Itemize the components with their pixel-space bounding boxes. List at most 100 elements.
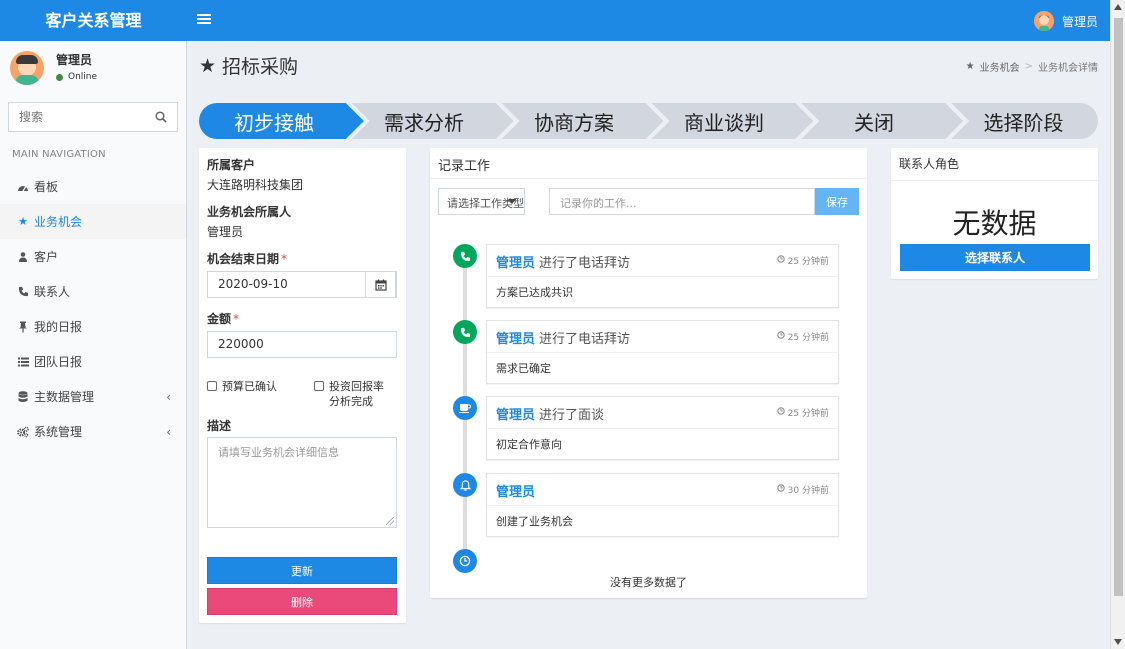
user-status: Online [56,72,97,82]
stage-negotiation[interactable]: 商业谈判 [649,103,799,139]
timeline-item: 管理员 进行了电话拜访 25 分钟前 方案已达成共识 [486,244,839,308]
user-status-label: Online [68,72,98,82]
sidebar-item-dashboard[interactable]: 看板 [0,169,186,204]
amount-field[interactable]: 220000 [207,331,397,358]
opportunity-details-panel: 所属客户 大连路明科技集团 业务机会所属人 管理员 机会结束日期 * 2020-0… [199,148,406,623]
work-type-select[interactable]: 请选择工作类型 [438,188,525,215]
sidebar-item-customers[interactable]: 客户 [0,239,186,274]
amount-label: 金额 * [207,310,239,327]
pin-icon [17,321,29,333]
divider [430,178,867,179]
worklog-panel: 记录工作 请选择工作类型 记录你的工作... 保存 管理员 进行了电话拜访 25 … [430,148,867,598]
timeline-user-link[interactable]: 管理员 [496,408,535,423]
chevron-left-icon: ‹ [166,424,171,439]
divider [487,428,838,429]
sidebar-item-contacts[interactable]: 联系人 [0,274,186,309]
roi-label-line1: 投资回报率 [329,380,384,393]
stage-initial-contact[interactable]: 初步接触 [199,103,349,139]
user-menu[interactable]: 管理员 [1033,11,1098,31]
owner-label: 业务机会所属人 [207,205,292,219]
sidebar-item-master-data[interactable]: 主数据管理 ‹ [0,379,186,414]
search-icon[interactable] [155,111,167,126]
sidebar-item-label: 我的日报 [34,320,83,334]
timeline-body: 方案已达成共识 [496,286,573,299]
nav-header: MAIN NAVIGATION [12,149,106,160]
description-label: 描述 [207,419,232,433]
app-title[interactable]: 客户关系管理 [0,0,187,41]
coffee-icon [453,396,477,420]
timeline-body: 需求已确定 [496,362,551,375]
stage-proposal[interactable]: 协商方案 [499,103,649,139]
contact-roles-panel: 联系人角色 无数据 选择联系人 [891,148,1098,279]
sidebar-item-label: 业务机会 [34,215,83,229]
sidebar-item-my-daily-report[interactable]: 我的日报 [0,309,186,344]
user-panel: 管理员 Online [10,51,180,91]
stage-select[interactable]: 选择阶段 [949,103,1098,139]
sidebar-item-opportunities[interactable]: ★ 业务机会 [0,204,186,239]
stage-needs-analysis[interactable]: 需求分析 [349,103,499,139]
timeline-body: 创建了业务机会 [496,515,573,528]
sidebar-item-team-daily-report[interactable]: 团队日报 [0,344,186,379]
timeline-user-link[interactable]: 管理员 [496,332,535,347]
clock-icon [776,407,785,418]
timeline-time: 25 分钟前 [776,254,829,267]
search-input[interactable] [9,103,149,131]
page-title: ★ 招标采购 [199,52,298,79]
sidebar: 管理员 Online MAIN NAVIGATION 看板 ★ 业务机会 客户 … [0,41,187,649]
page-scrollbar[interactable] [1110,0,1125,649]
roi-label-line2: 分析完成 [329,395,373,408]
timeline-user-link[interactable]: 管理员 [496,485,535,500]
customer-value: 大连路明科技集团 [207,178,304,192]
sidebar-search [8,102,178,132]
description-textarea[interactable]: 请填写业务机会详细信息 [207,437,397,528]
top-navbar: 客户关系管理 管理员 [0,0,1110,41]
calendar-button[interactable] [365,271,396,298]
roi-analysis-checkbox[interactable]: 投资回报率 分析完成 [314,379,384,409]
timeline-item: 管理员 进行了电话拜访 25 分钟前 需求已确定 [486,320,839,384]
work-log-input[interactable]: 记录你的工作... [549,188,815,215]
scroll-down-icon[interactable] [1114,639,1122,645]
scroll-up-icon[interactable] [1114,4,1122,10]
breadcrumb-separator: > [1024,61,1033,72]
menu-toggle-icon[interactable] [197,12,211,28]
scrollbar-thumb[interactable] [1114,18,1123,596]
timeline-time: 30 分钟前 [776,483,829,496]
delete-button[interactable]: 删除 [207,588,397,615]
stage-closed[interactable]: 关闭 [799,103,949,139]
description-placeholder: 请填写业务机会详细信息 [218,446,339,459]
nav-list: 看板 ★ 业务机会 客户 联系人 我的日报 团队日报 主数据管理 ‹ 系统管理 … [0,169,186,449]
star-icon: ★ [18,215,28,228]
timeline-header: 管理员 [496,481,539,500]
required-marker: * [233,312,240,326]
timeline-user-link[interactable]: 管理员 [496,256,535,271]
timeline-time-text: 30 分钟前 [787,486,829,496]
stage-progress: 初步接触 需求分析 协商方案 商业谈判 关闭 选择阶段 [199,103,1098,139]
save-button[interactable]: 保存 [815,188,859,215]
divider [891,180,1098,181]
sidebar-item-system-settings[interactable]: 系统管理 ‹ [0,414,186,449]
online-status-icon [56,73,63,81]
divider [487,352,838,353]
star-icon: ★ [199,54,217,77]
phone-icon [453,320,477,344]
timeline-item: 管理员 进行了面谈 25 分钟前 初定合作意向 [486,396,839,460]
clock-icon [453,549,477,573]
required-marker: * [281,252,288,266]
resize-handle-icon[interactable] [386,517,394,525]
budget-confirmed-checkbox[interactable]: 预算已确认 [207,379,277,394]
close-date-field[interactable]: 2020-09-10 [207,271,397,298]
checkbox-box[interactable] [207,381,217,391]
sidebar-item-label: 团队日报 [34,355,83,369]
breadcrumb-link[interactable]: 业务机会 [980,59,1020,74]
close-date-value: 2020-09-10 [218,277,288,291]
timeline-body: 初定合作意向 [496,438,562,451]
clock-icon [776,484,785,495]
customer-label: 所属客户 [207,158,256,172]
checkbox-box[interactable] [314,381,324,391]
clock-icon [776,331,785,342]
owner-value: 管理员 [207,225,244,239]
select-contact-button[interactable]: 选择联系人 [900,244,1090,271]
cogs-icon [17,426,29,438]
update-button[interactable]: 更新 [207,557,397,584]
users-icon [17,251,29,263]
